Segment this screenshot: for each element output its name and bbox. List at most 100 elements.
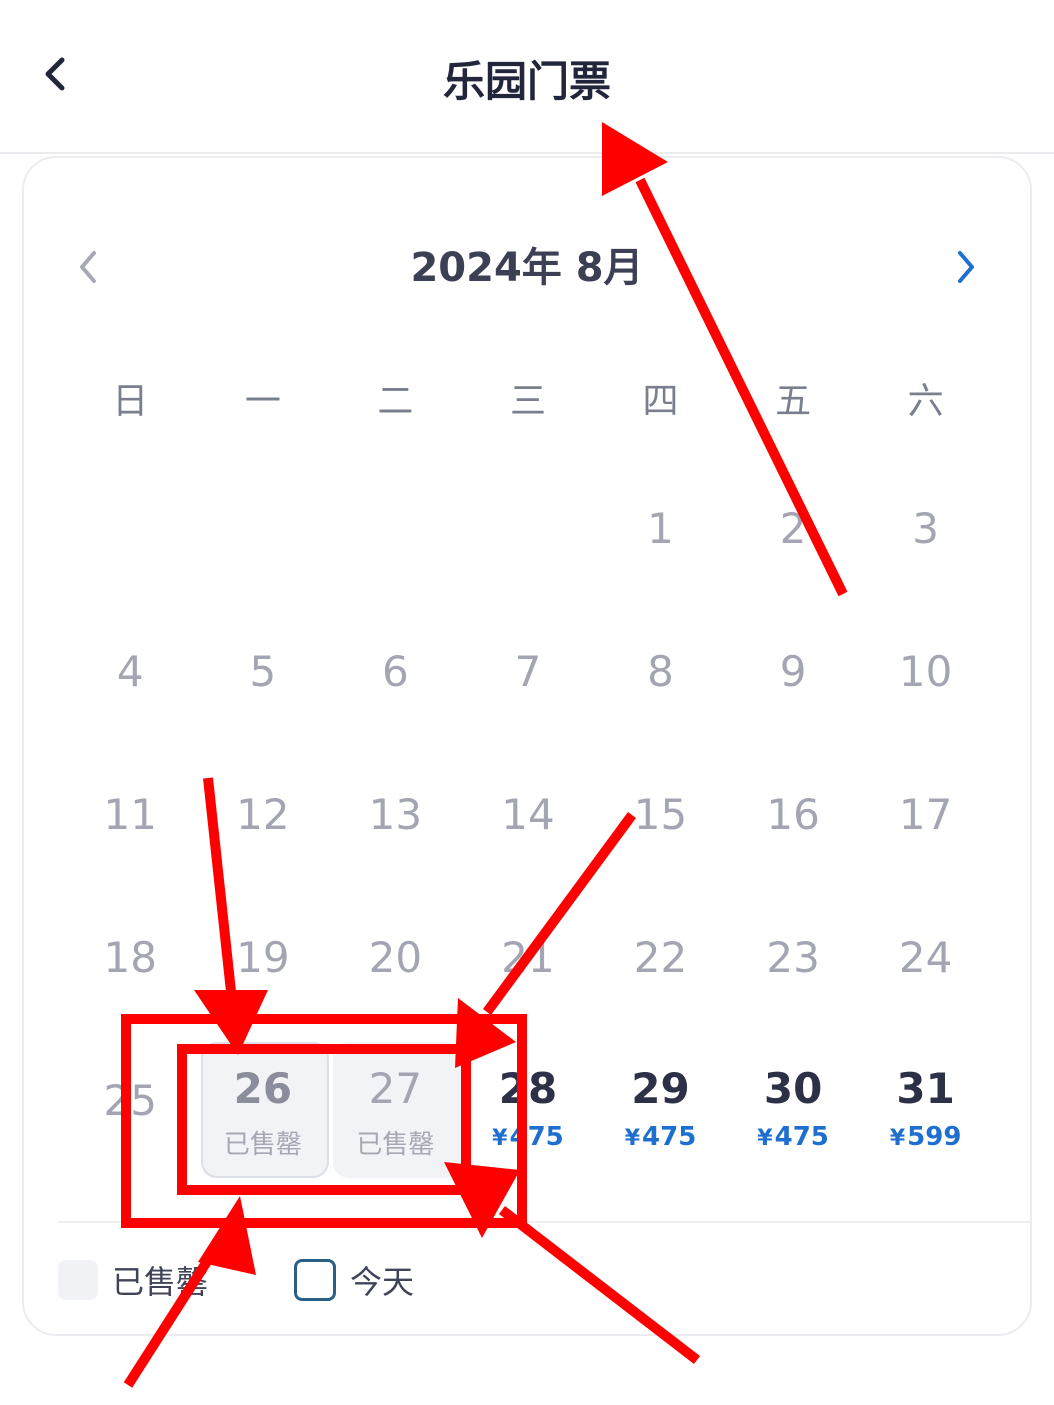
calendar-empty-cell — [462, 462, 595, 605]
price-value: 599 — [907, 1122, 962, 1152]
calendar-week-row: 1 2 3 — [64, 462, 992, 605]
weekday-label: 四 — [642, 381, 679, 422]
legend-sold-out-label: 已售罄 — [112, 1263, 209, 1301]
calendar-day-17: 17 — [859, 748, 992, 891]
calendar-day-4: 4 — [64, 605, 197, 748]
day-price: ¥599 — [859, 1122, 992, 1152]
calendar-day-24: 24 — [859, 891, 992, 1034]
day-number: 28 — [498, 1064, 558, 1113]
day-number: 3 — [912, 504, 940, 553]
currency-symbol: ¥ — [889, 1126, 906, 1151]
day-price: ¥475 — [727, 1122, 860, 1152]
day-number: 27 — [368, 1064, 423, 1113]
day-number: 22 — [633, 933, 688, 982]
day-number: 20 — [368, 933, 423, 982]
chevron-right-icon — [958, 251, 974, 283]
calendar-day-28[interactable]: 28 ¥475 — [462, 1034, 595, 1177]
calendar-day-30[interactable]: 30 ¥475 — [727, 1034, 860, 1177]
day-number: 4 — [116, 647, 144, 696]
month-label: 2024年 8月 — [410, 245, 644, 291]
calendar-day-14: 14 — [462, 748, 595, 891]
calendar-empty-cell — [197, 462, 330, 605]
calendar-day-8: 8 — [594, 605, 727, 748]
legend-today-label: 今天 — [350, 1263, 415, 1301]
day-number: 10 — [898, 647, 953, 696]
day-number: 14 — [501, 790, 555, 839]
calendar-day-25: 25 — [64, 1034, 197, 1177]
day-number: 9 — [779, 647, 807, 696]
currency-symbol: ¥ — [624, 1126, 641, 1151]
day-number: 7 — [514, 647, 542, 696]
calendar-day-12: 12 — [197, 748, 330, 891]
weekday-label: 五 — [775, 381, 812, 422]
calendar-grid: 1 2 3 4 5 6 7 8 9 10 11 12 13 14 15 16 17 18 19 20 21 22 23 24 2… — [64, 462, 992, 1178]
day-number: 16 — [766, 790, 820, 839]
calendar-day-15: 15 — [594, 748, 727, 891]
divider — [58, 1221, 1032, 1223]
day-number: 25 — [103, 1076, 157, 1125]
day-number: 26 — [233, 1064, 293, 1113]
weekday-label: 日 — [112, 381, 149, 422]
calendar-day-3: 3 — [859, 462, 992, 605]
calendar-day-5: 5 — [197, 605, 330, 748]
calendar-day-21: 21 — [462, 891, 595, 1034]
calendar-day-2: 2 — [727, 462, 860, 605]
calendar-day-31[interactable]: 31 ¥599 — [859, 1034, 992, 1177]
sold-out-swatch — [58, 1260, 98, 1300]
price-value: 475 — [774, 1122, 829, 1152]
calendar-day-1: 1 — [594, 462, 727, 605]
day-number: 11 — [103, 790, 157, 839]
weekday-header: 日一二三四五六 — [64, 372, 992, 432]
day-number: 29 — [631, 1064, 690, 1113]
header-bar: 乐园门票 — [0, 0, 1054, 154]
calendar-week-row: 18 19 20 21 22 23 24 — [64, 891, 992, 1034]
calendar-empty-cell — [329, 462, 462, 605]
day-number: 5 — [249, 647, 277, 696]
day-number: 15 — [633, 790, 688, 839]
calendar-day-22: 22 — [594, 891, 727, 1034]
calendar-day-19: 19 — [197, 891, 330, 1034]
day-number: 1 — [647, 504, 674, 553]
calendar-day-9: 9 — [727, 605, 860, 748]
weekday-label: 二 — [377, 381, 414, 422]
calendar-day-16: 16 — [727, 748, 860, 891]
sold-out-label: 已售罄 — [223, 1130, 302, 1160]
day-number: 18 — [103, 933, 157, 982]
weekday-label: 三 — [509, 381, 546, 422]
calendar-day-13: 13 — [329, 748, 462, 891]
calendar-day-29[interactable]: 29 ¥475 — [594, 1034, 727, 1177]
calendar-week-row: 4 5 6 7 8 9 10 — [64, 605, 992, 748]
price-value: 475 — [509, 1122, 564, 1152]
weekday-label: 六 — [907, 381, 944, 422]
calendar-day-6: 6 — [329, 605, 462, 748]
next-month-button[interactable] — [946, 245, 986, 289]
currency-symbol: ¥ — [492, 1126, 508, 1151]
day-number: 8 — [647, 647, 674, 696]
calendar-day-23: 23 — [727, 891, 860, 1034]
day-number: 13 — [368, 790, 423, 839]
calendar-day-11: 11 — [64, 748, 197, 891]
day-number: 21 — [501, 933, 555, 982]
day-number: 31 — [896, 1064, 955, 1113]
page-title: 乐园门票 — [442, 57, 611, 106]
currency-symbol: ¥ — [757, 1126, 773, 1151]
day-price: ¥475 — [594, 1122, 727, 1152]
day-price: ¥475 — [462, 1122, 595, 1152]
day-number: 6 — [382, 647, 409, 696]
day-number: 24 — [898, 933, 953, 982]
calendar-week-row: 25 26 已售罄 27 已售罄 28 ¥475 29 ¥475 30 ¥475 31 ¥599 — [64, 1034, 992, 1178]
day-number: 17 — [898, 790, 953, 839]
price-value: 475 — [642, 1122, 697, 1152]
month-navigation: 2024年 8月 — [22, 215, 1032, 315]
day-number: 23 — [766, 933, 820, 982]
day-number: 12 — [236, 790, 290, 839]
calendar-day-7: 7 — [462, 605, 595, 748]
day-number: 30 — [763, 1064, 823, 1113]
calendar-day-27: 27 已售罄 — [329, 1034, 462, 1178]
calendar-day-26: 26 已售罄 — [197, 1034, 330, 1178]
sold-out-label: 已售罄 — [356, 1130, 435, 1160]
day-number: 2 — [779, 504, 807, 553]
calendar-day-10: 10 — [859, 605, 992, 748]
day-number: 19 — [236, 933, 290, 982]
legend: 已售罄 今天 — [58, 1258, 414, 1302]
